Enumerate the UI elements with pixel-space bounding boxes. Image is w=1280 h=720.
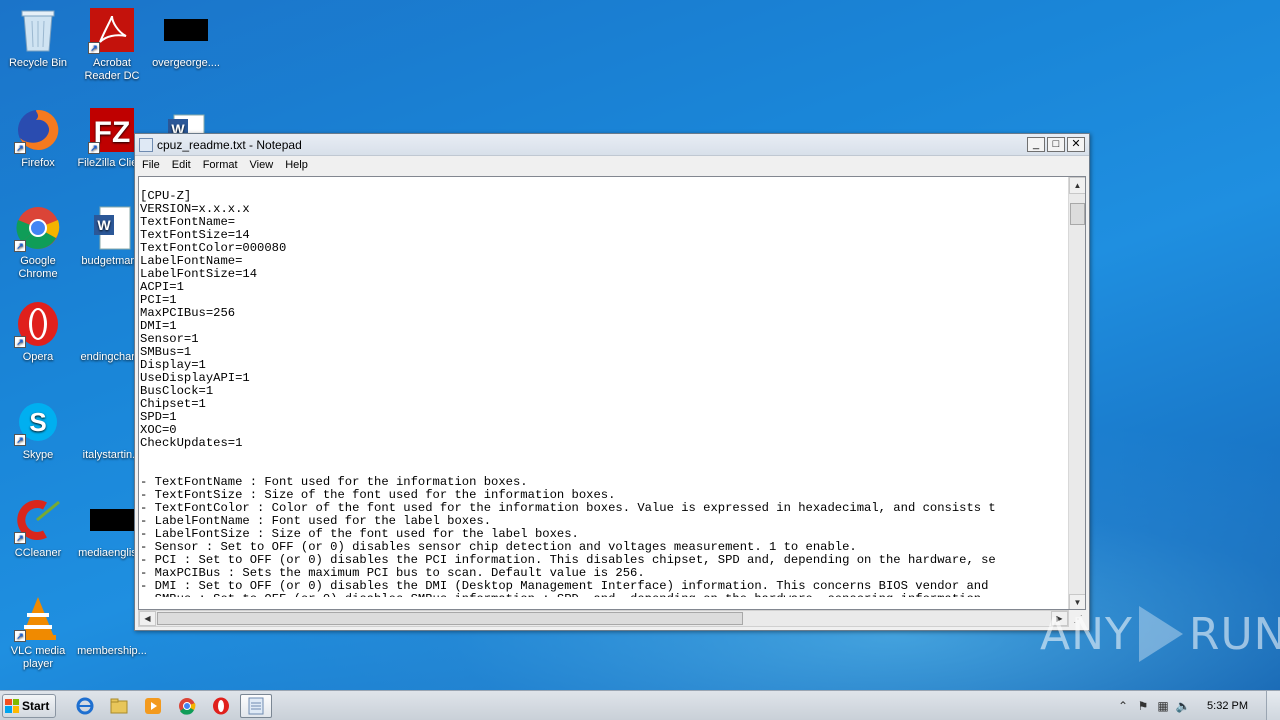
desktop-icon-label: Opera bbox=[22, 351, 54, 363]
taskbar-chrome-icon[interactable] bbox=[172, 694, 202, 718]
desktop-icon-recycle-bin[interactable]: Recycle Bin bbox=[0, 6, 76, 70]
text-editor[interactable]: [CPU-Z] VERSION=x.x.x.x TextFontName= Te… bbox=[138, 176, 1086, 610]
file-icon bbox=[88, 300, 136, 348]
opera-icon: ↗ bbox=[14, 300, 62, 348]
taskbar: Start ⌃ ⚑ ▦ 🔈 5:32 PM bbox=[0, 690, 1280, 720]
document-text[interactable]: [CPU-Z] VERSION=x.x.x.x TextFontName= Te… bbox=[140, 177, 1068, 598]
shortcut-arrow-icon: ↗ bbox=[14, 532, 26, 544]
word-doc-icon: W bbox=[88, 204, 136, 252]
shortcut-arrow-icon: ↗ bbox=[88, 42, 100, 54]
skype-icon: S ↗ bbox=[14, 398, 62, 446]
desktop-icon-google-chrome[interactable]: ↗ Google Chrome bbox=[0, 204, 76, 281]
black-file-icon bbox=[88, 496, 136, 544]
menu-view[interactable]: View bbox=[245, 159, 281, 171]
minimize-button[interactable]: _ bbox=[1027, 137, 1045, 152]
svg-text:S: S bbox=[29, 407, 46, 437]
desktop-icon-firefox[interactable]: ↗ Firefox bbox=[0, 106, 76, 170]
vertical-scroll-thumb[interactable] bbox=[1070, 203, 1085, 225]
acrobat-icon: ↗ bbox=[88, 6, 136, 54]
windows-flag-icon bbox=[5, 698, 19, 713]
network-icon[interactable]: ▦ bbox=[1153, 699, 1173, 713]
desktop-icon-ccleaner[interactable]: ↗ CCleaner bbox=[0, 496, 76, 560]
maximize-button[interactable]: □ bbox=[1047, 137, 1065, 152]
desktop-icon-label: Firefox bbox=[21, 157, 55, 169]
firefox-icon: ↗ bbox=[14, 106, 62, 154]
shortcut-arrow-icon: ↗ bbox=[14, 142, 26, 154]
shortcut-arrow-icon: ↗ bbox=[14, 630, 26, 642]
taskbar-ie-icon[interactable] bbox=[70, 694, 100, 718]
start-button[interactable]: Start bbox=[2, 693, 56, 718]
desktop-icon-label: VLC media player bbox=[10, 645, 66, 670]
file-icon bbox=[88, 594, 136, 642]
volume-icon[interactable]: 🔈 bbox=[1173, 699, 1193, 713]
shortcut-arrow-icon: ↗ bbox=[14, 336, 26, 348]
scroll-left-button[interactable]: ◀ bbox=[139, 611, 156, 626]
file-icon bbox=[88, 398, 136, 446]
tray-expand-icon[interactable]: ⌃ bbox=[1113, 699, 1133, 713]
menu-bar: File Edit Format View Help bbox=[135, 156, 1089, 174]
taskbar-opera-icon[interactable] bbox=[206, 694, 236, 718]
chrome-icon: ↗ bbox=[14, 204, 62, 252]
window-titlebar[interactable]: cpuz_readme.txt - Notepad _ □ ✕ bbox=[135, 134, 1089, 156]
action-center-flag-icon[interactable]: ⚑ bbox=[1133, 699, 1153, 713]
vertical-scrollbar[interactable]: ▲ ▼ bbox=[1068, 177, 1085, 609]
desktop-icon-label: Acrobat Reader DC bbox=[84, 57, 140, 82]
desktop-icon-overgeorge[interactable]: overgeorge.... bbox=[148, 6, 224, 70]
notepad-icon bbox=[139, 137, 153, 152]
ccleaner-icon: ↗ bbox=[14, 496, 62, 544]
notepad-window[interactable]: cpuz_readme.txt - Notepad _ □ ✕ File Edi… bbox=[134, 133, 1090, 631]
taskbar-clock[interactable]: 5:32 PM bbox=[1207, 700, 1248, 712]
window-title: cpuz_readme.txt - Notepad bbox=[157, 137, 302, 152]
horizontal-scrollbar[interactable]: ◀ ▶ bbox=[138, 610, 1069, 627]
menu-help[interactable]: Help bbox=[280, 159, 315, 171]
system-tray: ⌃ ⚑ ▦ 🔈 5:32 PM bbox=[1113, 690, 1280, 720]
taskbar-notepad-button[interactable] bbox=[240, 693, 272, 718]
start-label: Start bbox=[22, 698, 50, 713]
play-logo-icon bbox=[1138, 606, 1183, 662]
desktop-icon-label: membership... bbox=[77, 645, 147, 657]
desktop-icon-label: Recycle Bin bbox=[8, 57, 68, 69]
desktop-icon-label: Skype bbox=[22, 449, 54, 461]
vlc-icon: ↗ bbox=[14, 594, 62, 642]
menu-file[interactable]: File bbox=[137, 159, 167, 171]
shortcut-arrow-icon: ↗ bbox=[88, 142, 100, 154]
watermark-right: RUN bbox=[1188, 608, 1280, 660]
shortcut-arrow-icon: ↗ bbox=[14, 240, 26, 252]
desktop-icon-label: overgeorge.... bbox=[152, 57, 220, 69]
menu-format[interactable]: Format bbox=[198, 159, 245, 171]
close-button[interactable]: ✕ bbox=[1067, 137, 1085, 152]
desktop-icon-label: CCleaner bbox=[14, 547, 62, 559]
watermark-left: ANY bbox=[1040, 608, 1133, 660]
scroll-up-button[interactable]: ▲ bbox=[1069, 177, 1085, 194]
menu-edit[interactable]: Edit bbox=[167, 159, 198, 171]
desktop-icon-label: Google Chrome bbox=[18, 255, 58, 280]
anyrun-watermark: ANY RUN bbox=[1040, 606, 1280, 662]
svg-text:W: W bbox=[97, 217, 111, 233]
horizontal-scroll-thumb[interactable] bbox=[157, 612, 743, 625]
desktop-icon-opera[interactable]: ↗ Opera bbox=[0, 300, 76, 364]
taskbar-explorer-icon[interactable] bbox=[104, 694, 134, 718]
show-desktop-button[interactable] bbox=[1266, 690, 1280, 720]
black-file-icon bbox=[162, 6, 210, 54]
desktop-icon-acrobat[interactable]: ↗ Acrobat Reader DC bbox=[74, 6, 150, 83]
desktop-icon-skype[interactable]: S ↗ Skype bbox=[0, 398, 76, 462]
filezilla-icon: FZ ↗ bbox=[88, 106, 136, 154]
recycle-bin-icon bbox=[14, 6, 62, 54]
taskbar-media-player-icon[interactable] bbox=[138, 694, 168, 718]
shortcut-arrow-icon: ↗ bbox=[14, 434, 26, 446]
desktop-icon-vlc[interactable]: ↗ VLC media player bbox=[0, 594, 76, 671]
